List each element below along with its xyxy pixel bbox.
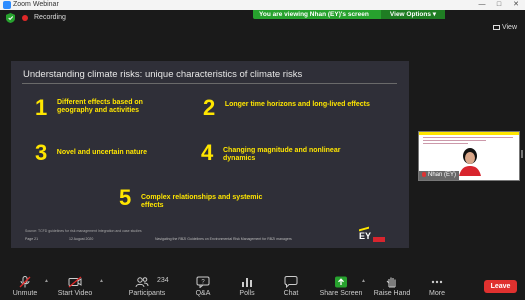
- share-screen-icon: [335, 276, 347, 288]
- participants-button[interactable]: 234 Participants: [124, 272, 170, 300]
- slide-point-5: 5 Complex relationships and systemic eff…: [119, 187, 289, 210]
- start-video-label: Start Video: [57, 290, 93, 297]
- window-title: Zoom Webinar: [13, 1, 59, 8]
- thumbnail-accent: [419, 132, 519, 135]
- participants-icon: [135, 277, 149, 288]
- zoom-logo-icon: [3, 1, 11, 9]
- view-options-label: View Options: [389, 11, 431, 18]
- brand-tag: [373, 237, 385, 242]
- recording-icon: [22, 15, 28, 21]
- slide-source-note: Source: TCFD guidelines for risk managem…: [25, 229, 142, 233]
- share-screen-label: Share Screen: [319, 290, 363, 297]
- polls-icon: [242, 278, 252, 287]
- recording-label: Recording: [34, 14, 66, 21]
- point-number: 3: [35, 140, 48, 165]
- thumbnail-background-doc: [423, 137, 513, 145]
- ey-logo: EY: [359, 226, 371, 241]
- chat-label: Chat: [283, 290, 299, 297]
- slide-point-3: 3 Novel and uncertain nature: [35, 142, 195, 164]
- more-label: More: [429, 290, 445, 297]
- raise-hand-button[interactable]: Raise Hand: [372, 272, 412, 300]
- window-titlebar: Zoom Webinar — □ ✕: [0, 0, 525, 10]
- video-options-caret[interactable]: ▲: [99, 278, 104, 284]
- audio-options-caret[interactable]: ▲: [44, 278, 49, 284]
- slide-footer: Page 21 12 August 2020 Navigating the RB…: [25, 237, 395, 243]
- point-text: Longer time horizons and long-lived effe…: [224, 101, 370, 108]
- view-label: View: [501, 24, 517, 31]
- polls-button[interactable]: Polls: [234, 272, 260, 300]
- slide-point-4: 4 Changing magnitude and nonlinear dynam…: [201, 142, 371, 164]
- raise-hand-label: Raise Hand: [373, 290, 411, 297]
- point-number: 4: [201, 140, 214, 165]
- meeting-topbar: Recording You are viewing Nhan (EY)'s sc…: [0, 10, 525, 31]
- meeting-toolbar: Unmute ▲ Start Video ▲ 234 Participants …: [0, 272, 525, 300]
- close-icon[interactable]: ✕: [509, 0, 523, 10]
- leave-button[interactable]: Leave: [484, 280, 517, 293]
- chat-button[interactable]: Chat: [278, 272, 304, 300]
- point-number: 1: [35, 95, 48, 120]
- point-number: 2: [203, 95, 216, 120]
- slide-page-number: Page 21: [25, 237, 39, 241]
- participant-video-thumbnail[interactable]: Nhan (EY): [418, 131, 520, 181]
- grid-view-icon: [492, 25, 500, 30]
- slide-divider: [22, 83, 397, 84]
- participant-name-tag: Nhan (EY): [419, 171, 460, 180]
- share-screen-button[interactable]: Share Screen: [318, 272, 364, 300]
- muted-microphone-icon: [19, 276, 31, 288]
- share-options-caret[interactable]: ▲: [361, 278, 366, 284]
- start-video-button[interactable]: Start Video: [52, 272, 98, 300]
- unmute-button[interactable]: Unmute: [6, 272, 44, 300]
- view-options-button[interactable]: View Options ▾: [381, 10, 445, 19]
- participants-label: Participants: [128, 290, 166, 297]
- qa-label: Q&A: [195, 290, 211, 297]
- polls-label: Polls: [239, 290, 255, 297]
- more-icon: [431, 280, 443, 284]
- point-text: Complex relationships and systemic effec…: [141, 194, 263, 209]
- slide-point-2: 2 Longer time horizons and long-lived ef…: [203, 97, 403, 119]
- participant-video-icon: [459, 148, 481, 176]
- shared-screen-slide: Understanding climate risks: unique char…: [11, 61, 409, 248]
- muted-mic-icon: [422, 172, 426, 177]
- panel-resize-handle[interactable]: [521, 150, 523, 158]
- qa-icon: ?: [196, 276, 210, 288]
- point-text: Novel and uncertain nature: [56, 149, 148, 156]
- slide-point-1: 1 Different effects based on geography a…: [35, 97, 165, 119]
- point-text: Different effects based on geography and…: [57, 99, 143, 114]
- point-text: Changing magnitude and nonlinear dynamic…: [223, 147, 341, 162]
- viewing-screen-text: You are viewing Nhan (EY)'s screen: [259, 11, 369, 18]
- chat-icon: [284, 276, 298, 288]
- participant-name: Nhan (EY): [428, 172, 457, 178]
- point-number: 5: [119, 185, 132, 210]
- slide-footer-text: Navigating the RBZI Guidelines on Enviro…: [155, 237, 292, 241]
- slide-title: Understanding climate risks: unique char…: [23, 69, 303, 80]
- minimize-icon[interactable]: —: [475, 0, 489, 10]
- maximize-icon[interactable]: □: [492, 0, 506, 10]
- shield-icon[interactable]: [6, 13, 15, 23]
- participants-count: 234: [157, 277, 169, 284]
- raise-hand-icon: [386, 277, 396, 288]
- unmute-label: Unmute: [12, 290, 38, 297]
- more-button[interactable]: More: [424, 272, 450, 300]
- slide-date: 12 August 2020: [69, 237, 94, 241]
- view-button[interactable]: View: [492, 24, 517, 31]
- share-banner: You are viewing Nhan (EY)'s screen View …: [253, 10, 445, 19]
- qa-button[interactable]: ? Q&A: [190, 272, 216, 300]
- video-off-icon: [68, 276, 82, 288]
